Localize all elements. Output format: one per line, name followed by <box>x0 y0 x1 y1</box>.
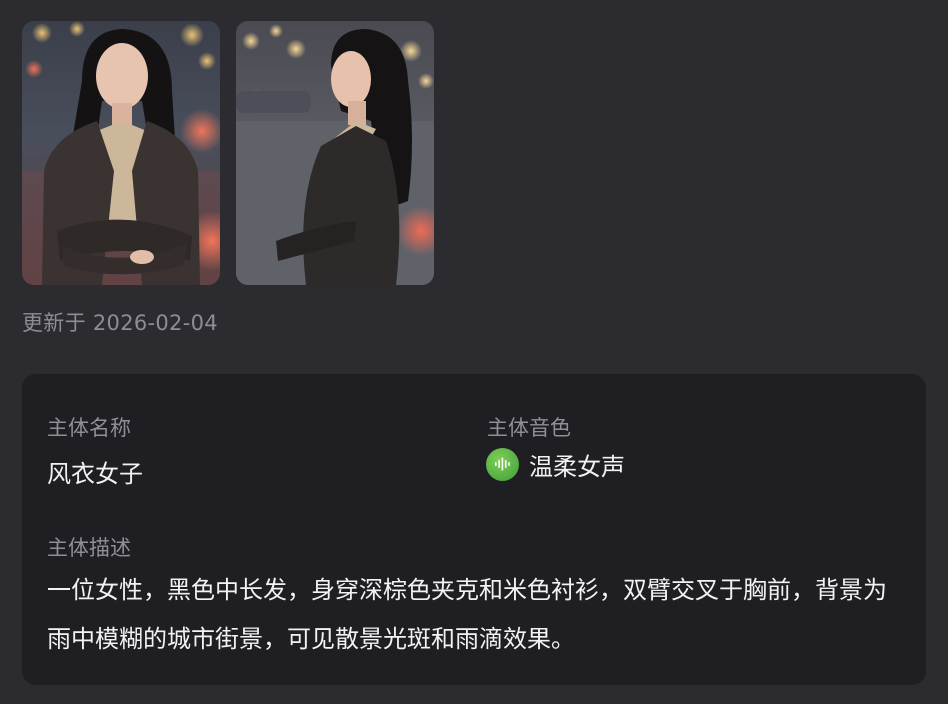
subject-voice-label: 主体音色 <box>487 416 571 440</box>
photo-woman-arms-crossed <box>22 21 220 285</box>
subject-name-label: 主体名称 <box>47 416 131 440</box>
photo-woman-side-profile <box>236 21 434 285</box>
subject-description-value: 一位女性，黑色中长发，身穿深棕色夹克和米色衬衫，双臂交叉于胸前，背景为雨中模糊的… <box>47 576 887 653</box>
subject-info-card: 主体名称 风衣女子 主体音色 温柔女声 主体描述 一位女性，黑色中长发，身穿深棕… <box>22 374 926 685</box>
subject-description-label: 主体描述 <box>47 536 131 560</box>
audio-wave-icon[interactable] <box>486 447 519 481</box>
subject-voice-value: 温柔女声 <box>529 452 625 481</box>
subject-detail-page: 更新于 2026-02-04 主体名称 风衣女子 主体音色 温柔女声 主体描述 … <box>0 0 948 704</box>
subject-voice-button[interactable]: 温柔女声 <box>486 446 625 482</box>
subject-image-1[interactable] <box>22 21 220 285</box>
audio-wave-glyph <box>494 457 510 471</box>
subject-name-value: 风衣女子 <box>47 460 143 488</box>
updated-date: 更新于 2026-02-04 <box>22 311 218 335</box>
subject-image-2[interactable] <box>236 21 434 285</box>
